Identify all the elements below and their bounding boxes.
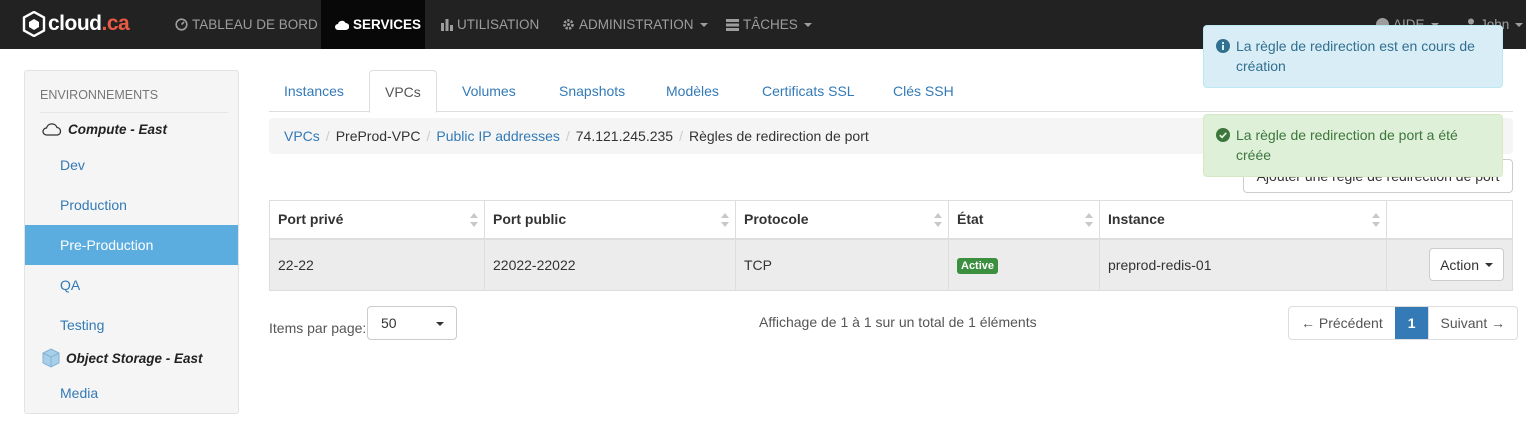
cloud-outline-icon — [42, 123, 62, 136]
column-header-protocol[interactable]: Protocole — [735, 200, 949, 240]
nav-services[interactable]: SERVICES — [321, 0, 425, 49]
storage-cube-icon — [42, 348, 60, 368]
tab-instances[interactable]: Instances — [269, 70, 359, 112]
divider — [40, 112, 228, 113]
success-notification[interactable]: La règle de redirection de port a été cr… — [1203, 114, 1503, 177]
nav-dashboard[interactable]: TABLEAU DE BORD — [161, 0, 332, 49]
brand-name: cloud — [48, 12, 102, 35]
success-notification-text: La règle de redirection de port a été cr… — [1236, 127, 1458, 163]
column-header-private-port[interactable]: Port privé — [269, 200, 485, 240]
info-notification[interactable]: La règle de redirection est en cours de … — [1203, 25, 1503, 88]
brand-tld: .ca — [101, 12, 130, 35]
tab-ssh-keys[interactable]: Clés SSH — [878, 70, 969, 112]
bar-chart-icon — [441, 18, 453, 31]
breadcrumb-ip: 74.121.245.235 — [575, 128, 674, 144]
info-notification-text: La règle de redirection est en cours de … — [1236, 38, 1475, 74]
status-badge: Active — [957, 257, 999, 274]
chevron-down-icon — [803, 22, 812, 27]
sort-icon — [1085, 213, 1093, 227]
nav-tasks[interactable]: TÂCHES — [712, 0, 826, 49]
tasks-icon — [726, 18, 739, 31]
breadcrumb-vpcs[interactable]: VPCs — [284, 128, 320, 144]
sidebar-group-compute-east: Compute - East — [42, 122, 167, 137]
chevron-down-icon — [699, 22, 708, 27]
items-per-page-select[interactable]: 50 — [367, 306, 457, 340]
cell-private-port: 22-22 — [269, 238, 485, 291]
column-header-public-port[interactable]: Port public — [484, 200, 736, 240]
table-row: 22-22 22022-22022 TCP Active preprod-red… — [269, 238, 1513, 291]
column-header-actions — [1386, 200, 1513, 240]
cell-state: Active — [948, 238, 1100, 291]
cloud-icon — [335, 20, 349, 30]
nav-administration[interactable]: ADMINISTRATION — [548, 0, 722, 49]
sort-icon — [721, 213, 729, 227]
tab-ssl-certificates[interactable]: Certificats SSL — [747, 70, 870, 112]
sort-icon — [934, 213, 942, 227]
sidebar-item-pre-production[interactable]: Pre-Production — [25, 225, 238, 265]
sidebar-item-media[interactable]: Media — [25, 373, 238, 413]
previous-page-button[interactable]: ← Précédent — [1289, 307, 1395, 339]
tab-templates[interactable]: Modèles — [651, 70, 734, 112]
chevron-down-icon — [1515, 22, 1524, 27]
pagination-summary: Affichage de 1 à 1 sur un total de 1 élé… — [759, 314, 1037, 330]
sidebar-group-object-storage-east: Object Storage - East — [42, 348, 203, 368]
port-forwarding-table: Port privé Port public Protocole État In… — [269, 200, 1513, 291]
breadcrumb-vpc-name: PreProd-VPC — [335, 128, 421, 144]
sidebar-item-qa[interactable]: QA — [25, 265, 238, 305]
cell-instance: preprod-redis-01 — [1099, 238, 1387, 291]
dashboard-icon — [175, 18, 188, 31]
sidebar-item-testing[interactable]: Testing — [25, 305, 238, 345]
cube-logo-icon — [22, 11, 46, 37]
brand-logo[interactable]: cloud.ca — [22, 10, 130, 38]
sort-icon — [470, 213, 478, 227]
environments-sidebar: ENVIRONNEMENTS Compute - East Dev Produc… — [24, 70, 239, 414]
sidebar-item-dev[interactable]: Dev — [25, 145, 238, 185]
chevron-down-icon — [436, 322, 444, 326]
sidebar-heading: ENVIRONNEMENTS — [40, 88, 159, 102]
gear-icon — [562, 18, 575, 31]
sort-icon — [1372, 213, 1380, 227]
breadcrumb-current: Règles de redirection de port — [688, 128, 869, 144]
column-header-state[interactable]: État — [948, 200, 1100, 240]
tab-snapshots[interactable]: Snapshots — [544, 70, 640, 112]
cell-public-port: 22022-22022 — [484, 238, 736, 291]
action-dropdown-button[interactable]: Action — [1429, 248, 1504, 282]
nav-usage[interactable]: UTILISATION — [427, 0, 553, 49]
sidebar-item-production[interactable]: Production — [25, 185, 238, 225]
column-header-instance[interactable]: Instance — [1099, 200, 1387, 240]
chevron-down-icon — [1485, 262, 1493, 267]
tab-volumes[interactable]: Volumes — [447, 70, 531, 112]
pagination: ← Précédent 1 Suivant → — [1288, 306, 1519, 340]
tab-vpcs[interactable]: VPCs — [369, 70, 437, 113]
cell-actions: Action — [1386, 238, 1513, 291]
breadcrumb-public-ips[interactable]: Public IP addresses — [436, 128, 559, 144]
check-circle-icon — [1216, 127, 1230, 147]
info-circle-icon — [1216, 38, 1230, 58]
page-1-button[interactable]: 1 — [1394, 307, 1428, 339]
cell-protocol: TCP — [735, 238, 949, 291]
items-per-page-label: Items par page: — [269, 320, 367, 336]
next-page-button[interactable]: Suivant → — [1427, 307, 1518, 339]
